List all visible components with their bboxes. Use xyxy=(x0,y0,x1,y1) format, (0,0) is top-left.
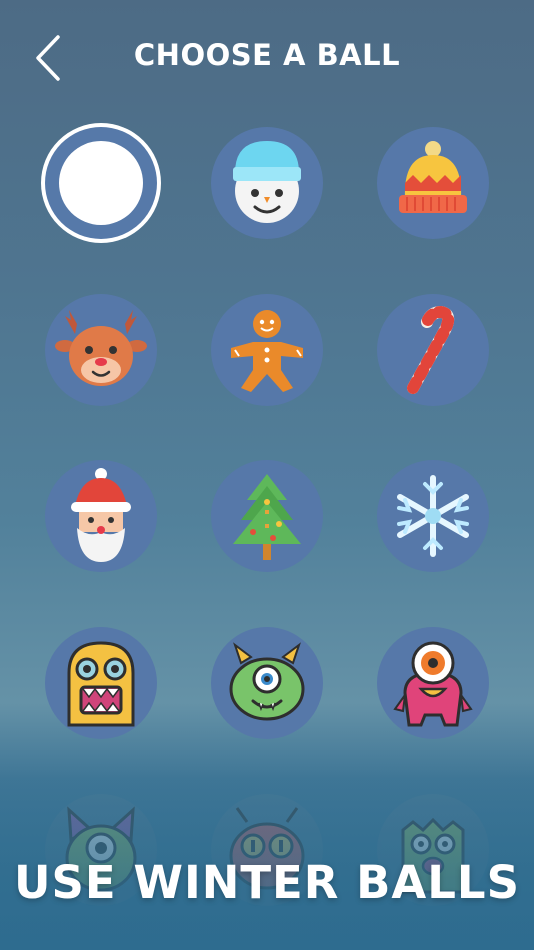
ball-santa[interactable] xyxy=(45,460,157,572)
santa-icon xyxy=(71,468,131,562)
ball-snowman[interactable] xyxy=(211,127,323,239)
ball-pink-cyclops-monster[interactable] xyxy=(377,627,489,739)
snowman-icon xyxy=(233,141,301,223)
plain-ball-icon xyxy=(59,141,143,225)
ball-plain-white[interactable] xyxy=(45,127,157,239)
snowflake-icon xyxy=(397,475,469,557)
reindeer-icon xyxy=(55,310,147,386)
yellow-monster-icon xyxy=(67,641,135,727)
pink-monster-icon xyxy=(393,641,473,727)
ball-gingerbread-man[interactable] xyxy=(211,294,323,406)
christmas-tree-icon xyxy=(233,474,301,560)
candy-cane-icon xyxy=(407,305,455,394)
ball-green-horned-monster[interactable] xyxy=(211,627,323,739)
ball-reindeer[interactable] xyxy=(45,294,157,406)
promo-banner: USE WINTER BALLS xyxy=(13,856,521,909)
winter-hat-icon xyxy=(399,141,467,213)
ball-candy-cane[interactable] xyxy=(377,294,489,406)
ball-christmas-tree[interactable] xyxy=(211,460,323,572)
green-monster-icon xyxy=(229,642,305,721)
ball-yellow-monster[interactable] xyxy=(45,627,157,739)
ball-snowflake[interactable] xyxy=(377,460,489,572)
ball-winter-hat[interactable] xyxy=(377,127,489,239)
gingerbread-man-icon xyxy=(231,310,303,392)
